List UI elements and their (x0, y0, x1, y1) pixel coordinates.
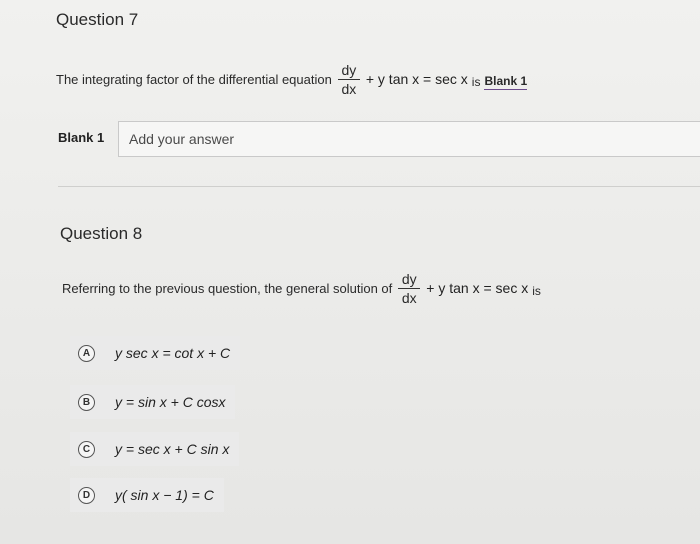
option-a-text: y sec x = cot x + C (115, 345, 231, 361)
question-8-stem-text: Referring to the previous question, the … (62, 280, 393, 296)
option-d-text: y( sin x − 1) = C (115, 487, 214, 503)
quiz-page: Question 7 The integrating factor of the… (0, 0, 700, 544)
fraction-denominator: dx (401, 289, 417, 306)
fraction-bar (398, 287, 421, 289)
blank-label: Blank 1 (58, 130, 105, 145)
option-a[interactable]: A y sec x = cot x + C (70, 336, 241, 370)
blank-reference[interactable]: Blank 1 (484, 74, 528, 90)
blank-1-answer-input[interactable] (118, 121, 700, 157)
question-8-stem: Referring to the previous question, the … (62, 266, 541, 310)
question-7-stem-text: The integrating factor of the differenti… (56, 71, 332, 87)
question-7-title: Question 7 (56, 10, 139, 29)
fraction-numerator: dy (401, 270, 417, 287)
option-c[interactable]: C y = sec x + C sin x (70, 432, 240, 466)
derivative-fraction: dy dx (398, 270, 421, 306)
equation-rest: + y tan x = sec x (365, 71, 468, 87)
fraction-numerator: dy (341, 61, 357, 78)
option-b[interactable]: B y = sin x + C cosx (70, 385, 236, 419)
is-word: is (532, 284, 541, 298)
option-a-radio[interactable]: A (78, 344, 95, 362)
option-b-radio[interactable]: B (78, 393, 95, 411)
equation-rest: + y tan x = sec x (426, 280, 529, 296)
option-b-text: y = sin x + C cosx (115, 394, 226, 410)
question-7-stem: The integrating factor of the differenti… (56, 57, 528, 101)
derivative-fraction: dy dx (337, 61, 360, 97)
fraction-bar (337, 78, 360, 80)
option-c-text: y = sec x + C sin x (115, 441, 230, 457)
fraction-denominator: dx (341, 80, 357, 97)
is-word: is (471, 75, 481, 89)
question-8-title: Question 8 (60, 224, 143, 243)
option-d[interactable]: D y( sin x − 1) = C (70, 478, 224, 512)
option-d-radio[interactable]: D (78, 486, 95, 504)
option-c-radio[interactable]: C (78, 440, 95, 458)
question-divider (58, 186, 700, 187)
